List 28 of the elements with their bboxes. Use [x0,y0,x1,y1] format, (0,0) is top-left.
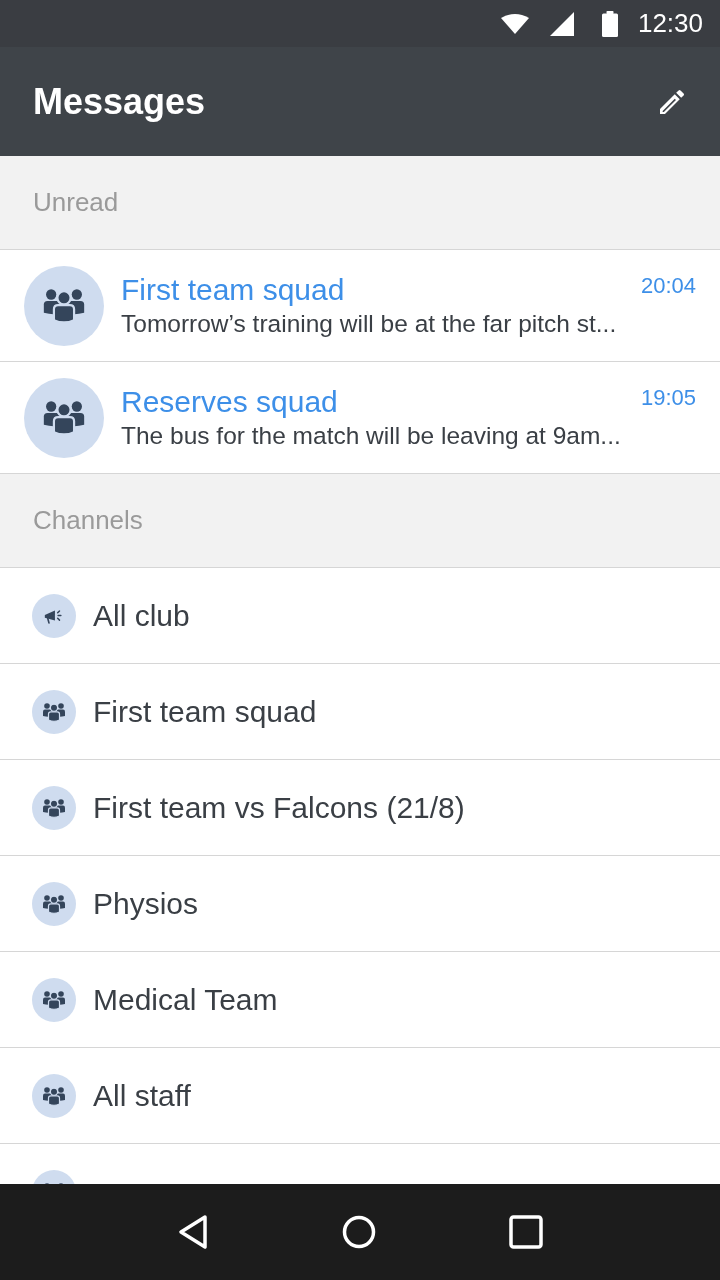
group-icon [32,785,76,830]
section-title: Unread [33,186,119,219]
channel-name: First team vs Falcons (21/8) [93,789,465,826]
battery-icon [601,10,618,37]
wifi-icon [500,13,529,34]
channel-name: First team squad [93,693,317,730]
message-time: 19:05 [640,383,696,412]
group-icon [32,689,76,734]
recent-apps-icon[interactable] [509,1215,544,1249]
message-preview: Tomorrow’s training will be at the far pitch st... [121,308,618,339]
channel-name: All staff [93,1077,191,1114]
status-time: 12:30 [637,7,703,40]
conversation-title: Reserves squad [121,383,338,420]
channel-name: Medical Team [93,981,278,1018]
home-icon[interactable] [342,1215,376,1249]
back-icon[interactable] [176,1214,209,1250]
megaphone-icon [32,593,76,638]
group-icon [32,881,76,926]
message-preview: The bus for the match will be leaving at 9am... [121,420,622,451]
section-title: Channels [33,504,143,537]
message-time: 20:04 [640,271,696,300]
group-icon [32,1073,76,1118]
channel-name: Physios [93,885,199,922]
signal-icon [549,11,574,36]
group-icon [32,977,76,1022]
app-bar-title: Messages [33,79,206,124]
conversation-title: First team squad [121,271,345,308]
channel-name: All club [93,597,190,634]
